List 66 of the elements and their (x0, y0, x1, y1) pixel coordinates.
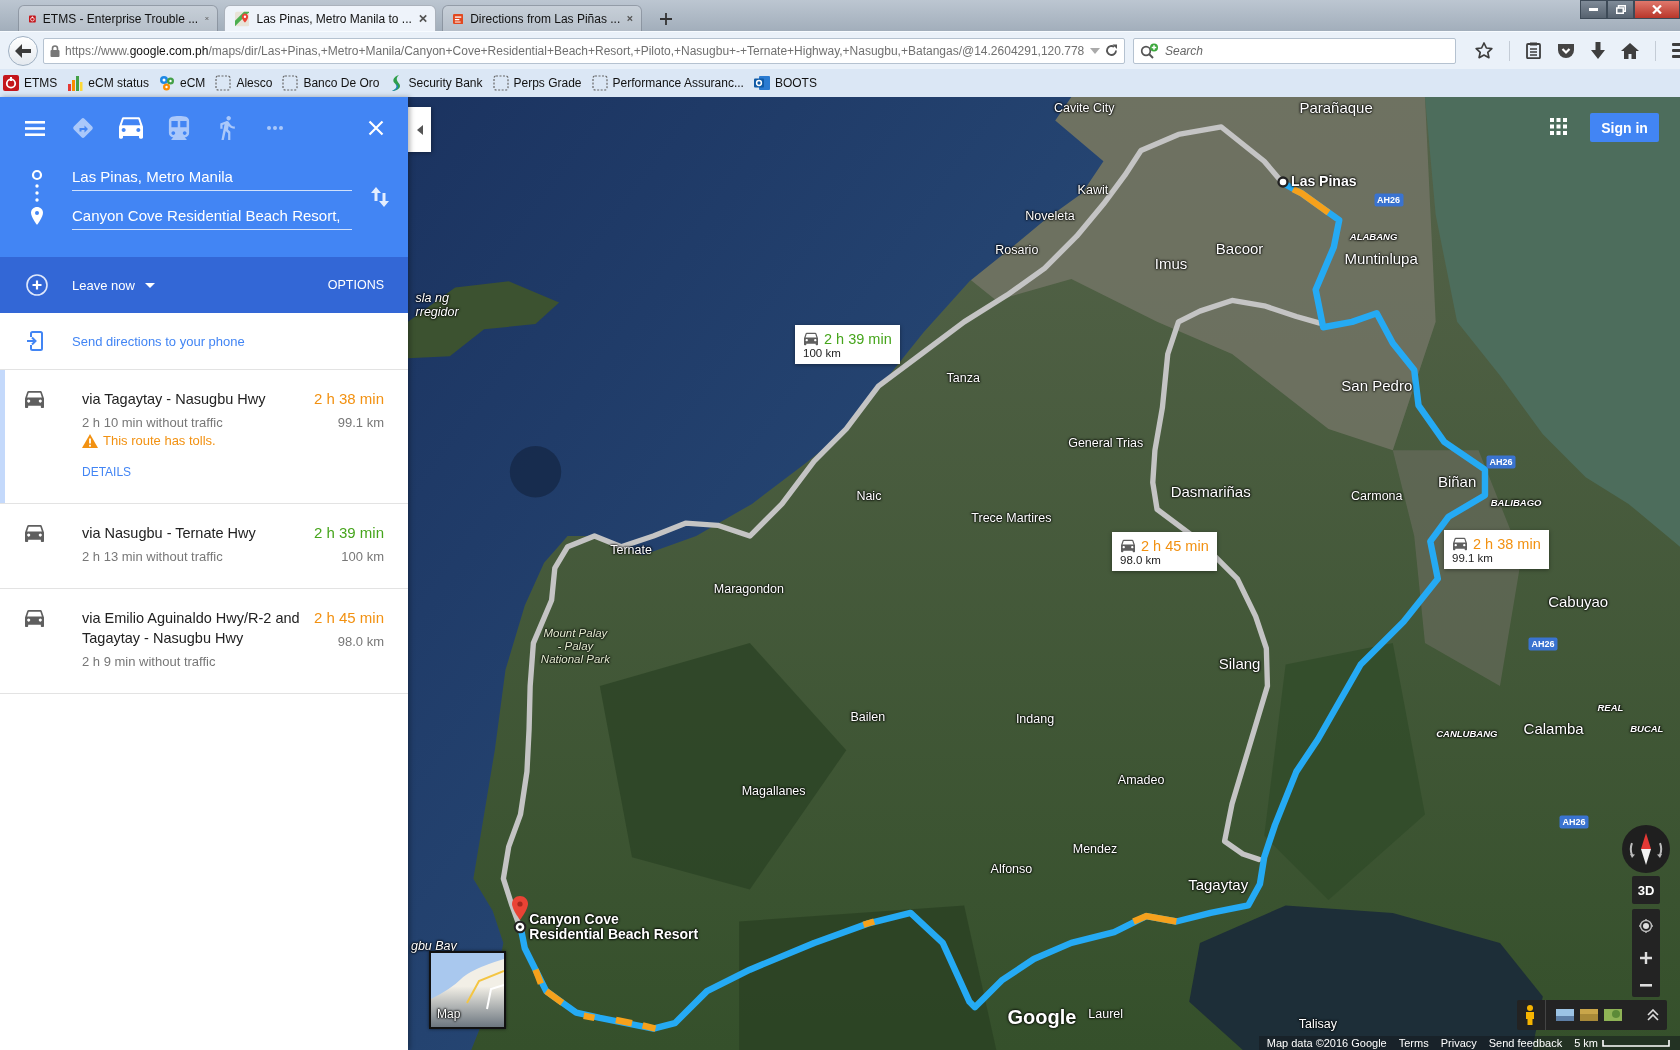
place-label: Calamba (1523, 720, 1584, 737)
place-label: CANLUBANG (1436, 728, 1498, 740)
place-label: sla ng rregidor (415, 291, 459, 320)
route-duration: 2 h 39 min (313, 523, 384, 543)
map-attribution: Map data ©2016 Google (1266, 1037, 1387, 1049)
place-label: Talisay (1298, 1017, 1337, 1032)
place-label: Bacoor (1215, 240, 1264, 257)
place-label: Silang (1218, 655, 1261, 673)
place-label: Alfonso (990, 861, 1033, 876)
place-label: General Trias (1068, 435, 1144, 450)
tooltip-distance: 98.0 km (1120, 554, 1162, 566)
place-label: Dasmariñas (1170, 483, 1251, 501)
scale-label: 5 km (1574, 1037, 1598, 1049)
route-duration: 2 h 38 min (313, 389, 384, 409)
route-distance: 98.0 km (337, 633, 384, 651)
place-label: Parañaque (1299, 99, 1373, 117)
route-distance: 99.1 km (337, 414, 384, 432)
place-label: Tagaytay (1188, 876, 1249, 894)
place-label: Noveleta (1025, 209, 1075, 224)
place-label: Ternate (610, 542, 652, 557)
place-label: Trece Martires (971, 510, 1052, 525)
typical-duration: 2 h 10 min without traffic (82, 414, 224, 432)
place-label: San Pedro (1341, 377, 1413, 395)
place-label: Laurel (1088, 1006, 1124, 1021)
map-logo: Google (1007, 1005, 1077, 1029)
typical-duration: 2 h 9 min without traffic (82, 653, 217, 671)
tooltip-duration: 2 h 38 min (1473, 536, 1541, 552)
place-label: Kawit (1077, 182, 1109, 197)
route-name: via Emilio Aguinaldo Hwy/R-2 and Tagaytay - Nasugbu Hwy (82, 609, 301, 648)
toll-warning: This route has tolls. (103, 432, 216, 450)
highway-shield: AH26 (1374, 193, 1404, 207)
tooltip-distance: 99.1 km (1452, 552, 1494, 564)
place-label: Carmona (1351, 489, 1403, 504)
place-marker-label: Las Pinas (1291, 174, 1357, 190)
place-label: REAL (1597, 702, 1624, 714)
place-label: Muntinlupa (1344, 250, 1418, 268)
place-label: Cabuyao (1548, 593, 1609, 611)
highway-shield: AH26 (1559, 815, 1589, 829)
place-label: Imus (1154, 255, 1188, 272)
place-label: Tanza (946, 371, 980, 386)
place-label: Bailen (850, 709, 886, 724)
tooltip-distance: 100 km (803, 347, 842, 359)
place-label: Magallanes (741, 783, 806, 798)
place-label: Naic (856, 489, 882, 504)
route-name: via Nasugbu - Ternate Hwy (82, 524, 257, 543)
place-label: BALIBAGO (1490, 497, 1542, 508)
place-label: Indang (1015, 711, 1055, 726)
place-marker-label: Canyon Cove Residential Beach Resort (529, 911, 699, 944)
route-distance: 100 km (341, 548, 384, 566)
typical-duration: 2 h 13 min without traffic (82, 548, 224, 566)
route-name: via Tagaytay - Nasugbu Hwy (82, 390, 267, 409)
place-label: Biñan (1437, 473, 1477, 491)
place-label: gbu Bay (410, 939, 457, 954)
place-label: Rosario (995, 242, 1039, 257)
place-label: ALABANG (1349, 231, 1398, 243)
highway-shield: AH26 (1486, 455, 1516, 469)
highway-shield: AH26 (1528, 637, 1558, 651)
route-duration: 2 h 45 min (313, 608, 384, 628)
place-label: Amadeo (1117, 773, 1165, 787)
tooltip-duration: 2 h 45 min (1141, 538, 1209, 554)
place-label: Cavite City (1054, 101, 1115, 116)
place-label: BUCAL (1630, 723, 1664, 734)
place-label: Mount Palay - Palay National Park (540, 626, 610, 666)
place-label: Mendez (1072, 841, 1118, 856)
place-label: Maragondon (713, 582, 784, 597)
tooltip-duration: 2 h 39 min (824, 331, 892, 347)
